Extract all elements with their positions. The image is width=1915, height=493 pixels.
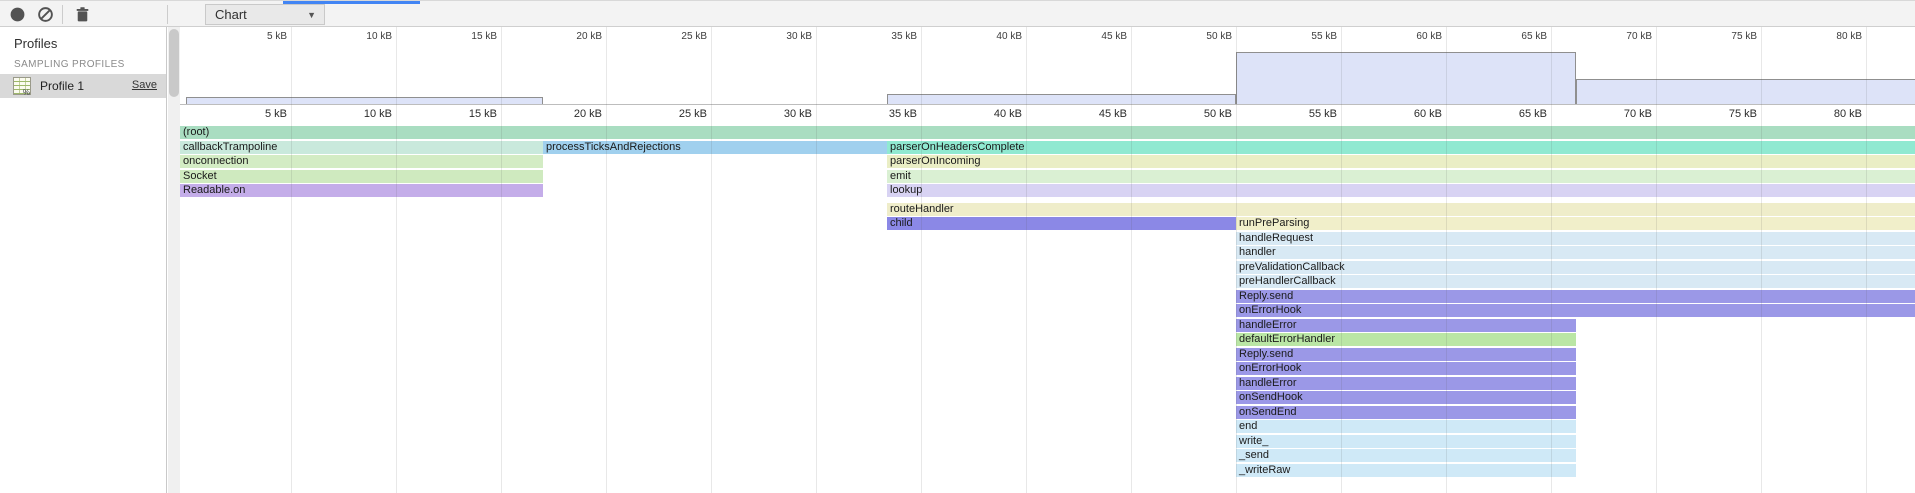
flame-frame-onconnection[interactable]: onconnection <box>180 155 543 168</box>
flame-frame-onerrorhook[interactable]: onErrorHook <box>1236 362 1576 375</box>
scrollbar-thumb[interactable] <box>169 29 179 97</box>
axis-tick-label: 35 kB <box>845 108 917 120</box>
axis-tick-label: 40 kB <box>950 31 1022 42</box>
flame-frame-runpreparsing[interactable]: runPreParsing <box>1236 217 1915 230</box>
clear-block-icon[interactable] <box>37 6 54 23</box>
axis-tick-label: 10 kB <box>320 31 392 42</box>
flame-frame-handler[interactable]: handler <box>1236 246 1915 259</box>
axis-tick-label: 25 kB <box>635 108 707 120</box>
axis-tick-label: 70 kB <box>1580 31 1652 42</box>
axis-tick-label: 65 kB <box>1475 31 1547 42</box>
axis-tick-label: 70 kB <box>1580 108 1652 120</box>
view-mode-value: Chart <box>215 7 247 22</box>
chart-pane: 5 kB 10 kB 15 kB 20 kB 25 kB 30 kB 35 kB 40 kB 4… <box>180 27 1915 493</box>
flame-frame-socket[interactable]: Socket <box>180 170 543 183</box>
flame-frame-prehandlercallback[interactable]: preHandlerCallback <box>1236 275 1915 288</box>
axis-tick-label: 45 kB <box>1055 31 1127 42</box>
axis-gridline <box>1761 27 1762 493</box>
axis-tick-label: 55 kB <box>1265 31 1337 42</box>
axis-tick-label: 20 kB <box>530 31 602 42</box>
flame-frame-reply-send[interactable]: Reply.send <box>1236 348 1576 361</box>
axis-tick-label: 15 kB <box>425 108 497 120</box>
axis-tick-label: 20 kB <box>530 108 602 120</box>
axis-tick-label: 50 kB <box>1160 31 1232 42</box>
axis-gridline <box>291 27 292 493</box>
flame-frame-onsendhook[interactable]: onSendHook <box>1236 391 1576 404</box>
axis-tick-label: 10 kB <box>320 108 392 120</box>
flame-frame-end[interactable]: end <box>1236 420 1576 433</box>
chart-vertical-scrollbar[interactable] <box>168 27 180 493</box>
view-mode-select[interactable]: Chart ▼ <box>205 4 325 25</box>
profiles-sidebar: Profiles SAMPLING PROFILES % Profile 1 S… <box>0 27 167 493</box>
axis-tick-label: 75 kB <box>1685 108 1757 120</box>
record-profile-button[interactable] <box>9 6 26 23</box>
sidebar-title: Profiles <box>14 36 57 51</box>
delete-profile-trash-icon[interactable] <box>74 6 91 23</box>
axis-gridline <box>1656 27 1657 493</box>
axis-tick-label: 30 kB <box>740 108 812 120</box>
flame-frame-child[interactable]: child <box>887 217 1236 230</box>
axis-tick-label: 5 kB <box>215 31 287 42</box>
axis-gridline <box>711 27 712 493</box>
axis-tick-label: 60 kB <box>1370 108 1442 120</box>
toolbar-separator <box>62 5 63 24</box>
axis-tick-label: 35 kB <box>845 31 917 42</box>
flame-frame-readable-on[interactable]: Readable.on <box>180 184 543 197</box>
axis-tick-label: 5 kB <box>215 108 287 120</box>
profiler-app: Chart ▼ Profiles SAMPLING PROFILES % Pro… <box>0 0 1915 493</box>
axis-gridline <box>396 27 397 493</box>
flame-chart[interactable]: (root) callbackTrampolineprocessTicksAndR… <box>180 125 1915 493</box>
axis-gridline <box>1131 27 1132 493</box>
axis-gridline <box>1866 27 1867 493</box>
axis-tick-label: 30 kB <box>740 31 812 42</box>
save-profile-link[interactable]: Save <box>132 79 157 91</box>
flame-frame--writeraw[interactable]: _writeRaw <box>1236 464 1576 477</box>
flame-frame-onerrorhook[interactable]: onErrorHook <box>1236 304 1915 317</box>
flame-frame-reply-send[interactable]: Reply.send <box>1236 290 1915 303</box>
axis-gridline <box>816 27 817 493</box>
axis-tick-label: 65 kB <box>1475 108 1547 120</box>
chevron-down-icon: ▼ <box>307 5 316 25</box>
axis-gridline <box>1551 27 1552 493</box>
flame-frame-handleerror[interactable]: handleError <box>1236 319 1576 332</box>
axis-tick-label: 75 kB <box>1685 31 1757 42</box>
sidebar-section-label: SAMPLING PROFILES <box>14 59 125 70</box>
flame-frame-handlerequest[interactable]: handleRequest <box>1236 232 1915 245</box>
flame-frame-prevalidationcallback[interactable]: preValidationCallback <box>1236 261 1915 274</box>
overview-segment[interactable] <box>887 94 1236 104</box>
flame-frame--root-[interactable]: (root) <box>180 126 1915 139</box>
overview-segment[interactable] <box>1576 79 1915 104</box>
axis-gridline <box>921 27 922 493</box>
flame-frame-write-[interactable]: write_ <box>1236 435 1576 448</box>
axis-tick-label: 15 kB <box>425 31 497 42</box>
flame-frame-handleerror[interactable]: handleError <box>1236 377 1576 390</box>
flame-frame-callbacktrampoline[interactable]: callbackTrampoline <box>180 141 543 154</box>
axis-gridline <box>1341 27 1342 493</box>
axis-tick-label: 80 kB <box>1790 31 1862 42</box>
flame-frame-defaulterrorhandler[interactable]: defaultErrorHandler <box>1236 333 1576 346</box>
axis-tick-label: 45 kB <box>1055 108 1127 120</box>
axis-tick-label: 55 kB <box>1265 108 1337 120</box>
axis-gridline <box>501 27 502 493</box>
axis-gridline <box>1236 27 1237 493</box>
axis-tick-label: 50 kB <box>1160 108 1232 120</box>
axis-tick-label: 80 kB <box>1790 108 1862 120</box>
axis-tick-label: 60 kB <box>1370 31 1442 42</box>
axis-gridline <box>1026 27 1027 493</box>
toolbar-separator-2 <box>167 5 168 24</box>
flame-frame-onsendend[interactable]: onSendEnd <box>1236 406 1576 419</box>
profile-name: Profile 1 <box>40 79 84 93</box>
toolbar: Chart ▼ <box>0 0 1915 27</box>
axis-gridline <box>606 27 607 493</box>
sidebar-item-profile-1[interactable]: % Profile 1 Save <box>0 74 166 98</box>
flame-frame-processticksandrejections[interactable]: processTicksAndRejections <box>543 141 887 154</box>
axis-tick-label: 40 kB <box>950 108 1022 120</box>
axis-tick-label: 25 kB <box>635 31 707 42</box>
flame-frame--send[interactable]: _send <box>1236 449 1576 462</box>
profile-grid-icon: % <box>13 77 31 95</box>
overview-segment[interactable] <box>186 97 543 104</box>
overview-baseline <box>180 104 1915 105</box>
axis-gridline <box>1446 27 1447 493</box>
overview-segment[interactable] <box>1236 52 1576 104</box>
